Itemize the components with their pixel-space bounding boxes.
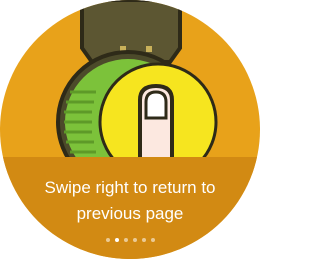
page-dot <box>141 238 146 242</box>
page-dot <box>150 238 155 242</box>
caption-line-2: previous page <box>76 204 184 223</box>
page-dot <box>123 238 128 242</box>
page-indicator <box>0 238 260 242</box>
caption-line-1: Swipe right to return to <box>44 178 216 197</box>
page-dot <box>132 238 137 242</box>
tutorial-caption: Swipe right to return to previous page <box>0 175 260 227</box>
page-dot <box>105 238 110 242</box>
page-dot <box>114 238 119 242</box>
watch-screen: Swipe right to return to previous page <box>0 0 260 259</box>
